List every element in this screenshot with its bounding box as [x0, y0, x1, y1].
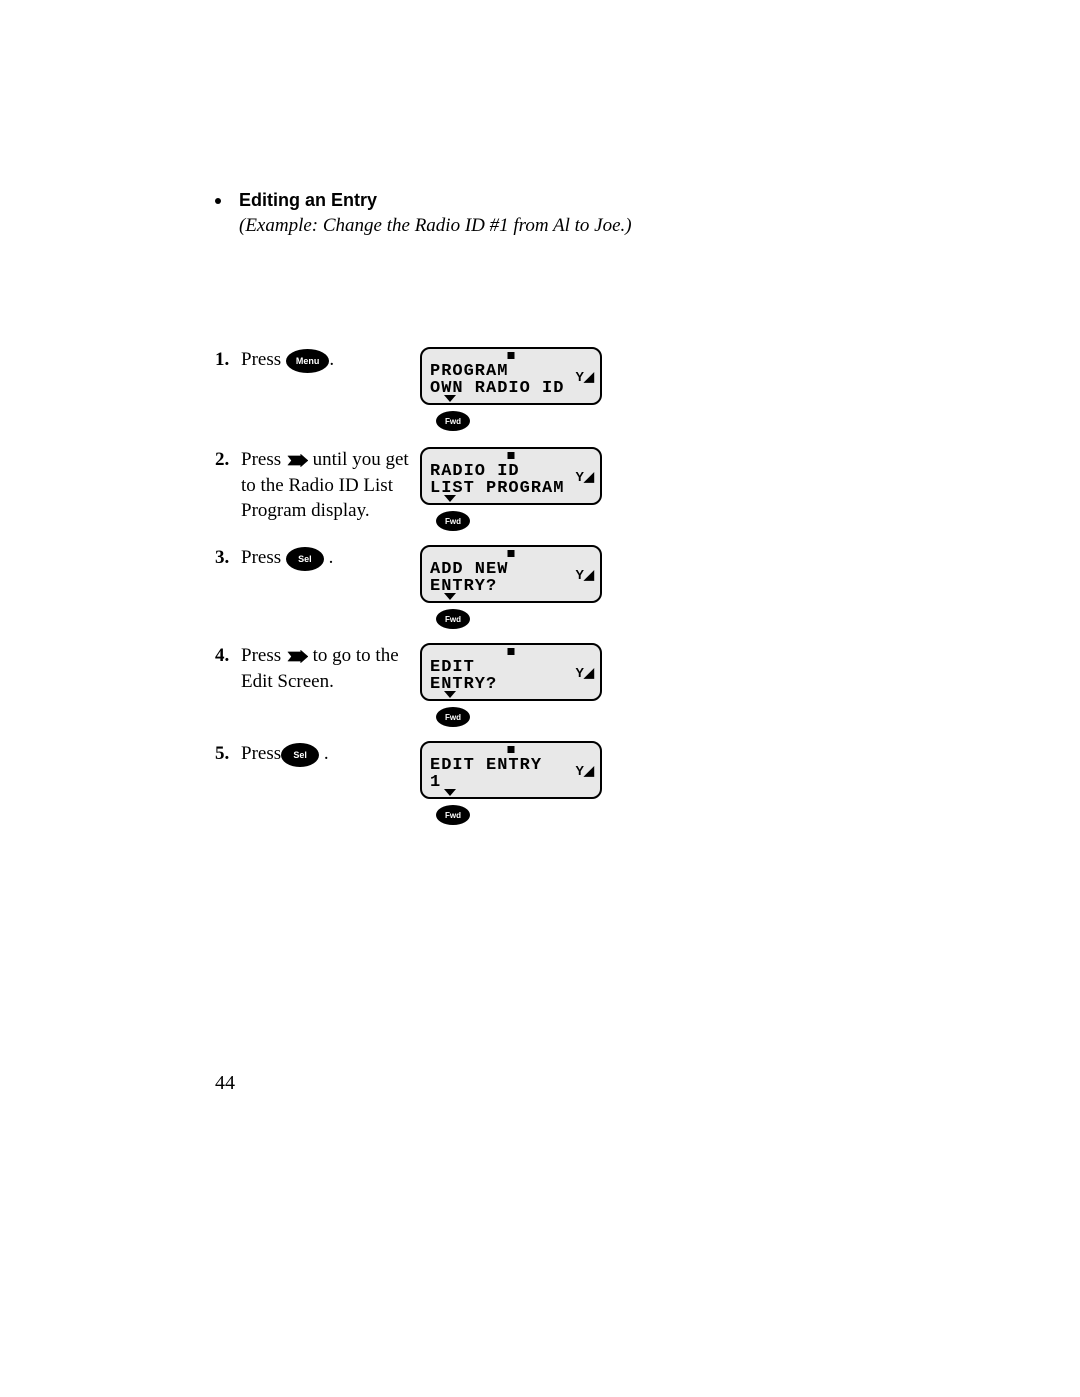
step-display: EDITENTRY?Y◢ Fwd — [420, 643, 602, 727]
steps-list: 1.Press Menu.PROGRAMOWN RADIO IDY◢Fwd2.P… — [215, 347, 865, 833]
step-instruction: 5.PressSel . — [215, 741, 420, 767]
lcd-display-wrap: PROGRAMOWN RADIO IDY◢ Fwd — [420, 347, 602, 431]
fwd-button-icon: Fwd — [436, 805, 470, 825]
step-number: 1. — [215, 347, 241, 373]
fwd-button-icon: Fwd — [436, 411, 470, 431]
fwd-button-below: Fwd — [436, 609, 470, 629]
lcd-line1: EDIT ENTRY — [430, 757, 592, 774]
step-number: 3. — [215, 545, 241, 571]
lcd-display-wrap: ADD NEWENTRY?Y◢ Fwd — [420, 545, 602, 629]
down-arrow-icon — [444, 593, 456, 600]
forward-icon — [286, 650, 308, 663]
step-number: 4. — [215, 643, 241, 669]
lcd-display: ADD NEWENTRY?Y◢ — [420, 545, 602, 603]
fwd-button-below: Fwd — [436, 411, 470, 431]
lcd-display: EDITENTRY?Y◢ — [420, 643, 602, 701]
lcd-line1: PROGRAM — [430, 363, 592, 380]
lcd-display: RADIO IDLIST PROGRAMY◢ — [420, 447, 602, 505]
lcd-top-indicator-icon — [508, 352, 515, 359]
page-number: 44 — [215, 1072, 235, 1095]
lcd-display: PROGRAMOWN RADIO IDY◢ — [420, 347, 602, 405]
lcd-line1: ADD NEW — [430, 561, 592, 578]
step-text: PressSel . — [241, 741, 420, 767]
heading-row: Editing an Entry — [215, 190, 865, 211]
bullet-icon — [215, 198, 221, 204]
down-arrow-icon — [444, 495, 456, 502]
step-display: PROGRAMOWN RADIO IDY◢ Fwd — [420, 347, 602, 431]
page-content: Editing an Entry (Example: Change the Ra… — [215, 190, 865, 833]
step-text-after: . — [329, 349, 334, 370]
step-text-before: Press — [241, 743, 281, 764]
step-instruction: 4.Press to go to the Edit Screen. — [215, 643, 420, 694]
lcd-top-indicator-icon — [508, 550, 515, 557]
signal-icon: Y◢ — [575, 665, 594, 681]
lcd-line1: RADIO ID — [430, 463, 592, 480]
fwd-button-below: Fwd — [436, 707, 470, 727]
lcd-display: EDIT ENTRY1Y◢ — [420, 741, 602, 799]
signal-icon: Y◢ — [575, 469, 594, 485]
step-text-before: Press — [241, 645, 286, 666]
step-text: Press to go to the Edit Screen. — [241, 643, 420, 694]
step-display: ADD NEWENTRY?Y◢ Fwd — [420, 545, 602, 629]
lcd-display-wrap: RADIO IDLIST PROGRAMY◢ Fwd — [420, 447, 602, 531]
step-display: RADIO IDLIST PROGRAMY◢ Fwd — [420, 447, 602, 531]
step-text-before: Press — [241, 449, 286, 470]
fwd-button-icon: Fwd — [436, 511, 470, 531]
down-arrow-icon — [444, 395, 456, 402]
lcd-line1: EDIT — [430, 659, 592, 676]
step-text-before: Press — [241, 547, 286, 568]
step-display: EDIT ENTRY1Y◢ Fwd — [420, 741, 602, 825]
step-text: Press Sel . — [241, 545, 420, 571]
menu-button-icon: Menu — [286, 349, 330, 373]
step-text-after: . — [324, 547, 334, 568]
lcd-top-indicator-icon — [508, 452, 515, 459]
signal-icon: Y◢ — [575, 369, 594, 385]
down-arrow-icon — [444, 691, 456, 698]
sel-button-icon: Sel — [281, 743, 319, 767]
section-heading: Editing an Entry — [239, 190, 377, 211]
signal-icon: Y◢ — [575, 763, 594, 779]
fwd-button-below: Fwd — [436, 805, 470, 825]
lcd-display-wrap: EDIT ENTRY1Y◢ Fwd — [420, 741, 602, 825]
step-text: Press Menu. — [241, 347, 420, 373]
step-row: 4.Press to go to the Edit Screen.EDITENT… — [215, 643, 865, 727]
down-arrow-icon — [444, 789, 456, 796]
step-instruction: 1.Press Menu. — [215, 347, 420, 373]
fwd-button-icon: Fwd — [436, 707, 470, 727]
step-instruction: 2.Press until you get to the Radio ID Li… — [215, 447, 420, 524]
fwd-button-icon: Fwd — [436, 609, 470, 629]
forward-icon — [286, 454, 308, 467]
step-text: Press until you get to the Radio ID List… — [241, 447, 420, 524]
step-instruction: 3.Press Sel . — [215, 545, 420, 571]
lcd-display-wrap: EDITENTRY?Y◢ Fwd — [420, 643, 602, 727]
step-row: 3.Press Sel .ADD NEWENTRY?Y◢Fwd — [215, 545, 865, 629]
fwd-button-below: Fwd — [436, 511, 470, 531]
example-text: (Example: Change the Radio ID #1 from Al… — [239, 215, 865, 237]
lcd-top-indicator-icon — [508, 746, 515, 753]
step-text-after: . — [319, 743, 329, 764]
sel-button-icon: Sel — [286, 547, 324, 571]
step-number: 2. — [215, 447, 241, 473]
signal-icon: Y◢ — [575, 567, 594, 583]
lcd-top-indicator-icon — [508, 648, 515, 655]
step-row: 2.Press until you get to the Radio ID Li… — [215, 447, 865, 531]
step-text-before: Press — [241, 349, 286, 370]
step-row: 5.PressSel .EDIT ENTRY1Y◢Fwd — [215, 741, 865, 825]
step-row: 1.Press Menu.PROGRAMOWN RADIO IDY◢Fwd — [215, 347, 865, 431]
step-number: 5. — [215, 741, 241, 767]
